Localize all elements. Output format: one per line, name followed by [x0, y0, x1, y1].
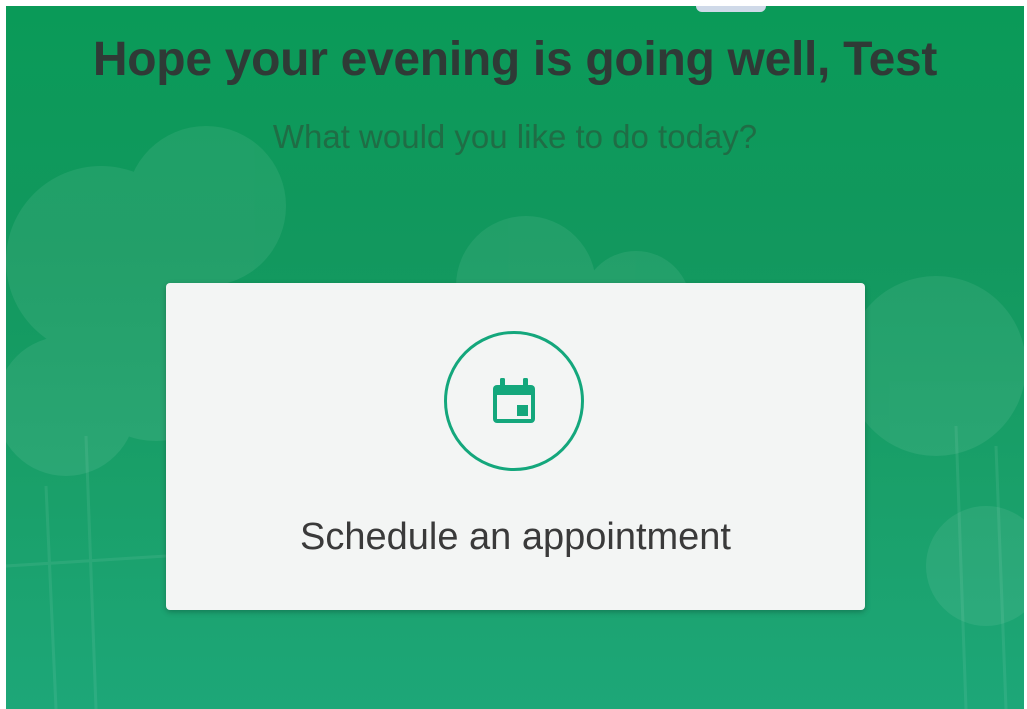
- calendar-icon: [493, 378, 535, 423]
- header-avatar-edge: [696, 6, 766, 12]
- schedule-appointment-card[interactable]: Schedule an appointment: [166, 283, 865, 610]
- calendar-icon-ring: [444, 331, 584, 471]
- schedule-appointment-label: Schedule an appointment: [300, 516, 731, 558]
- greeting-title: Hope your evening is going well, Test: [92, 33, 938, 86]
- greeting-subtitle: What would you like to do today?: [272, 118, 758, 155]
- hero-background: Hope your evening is going well, Test Wh…: [6, 6, 1024, 709]
